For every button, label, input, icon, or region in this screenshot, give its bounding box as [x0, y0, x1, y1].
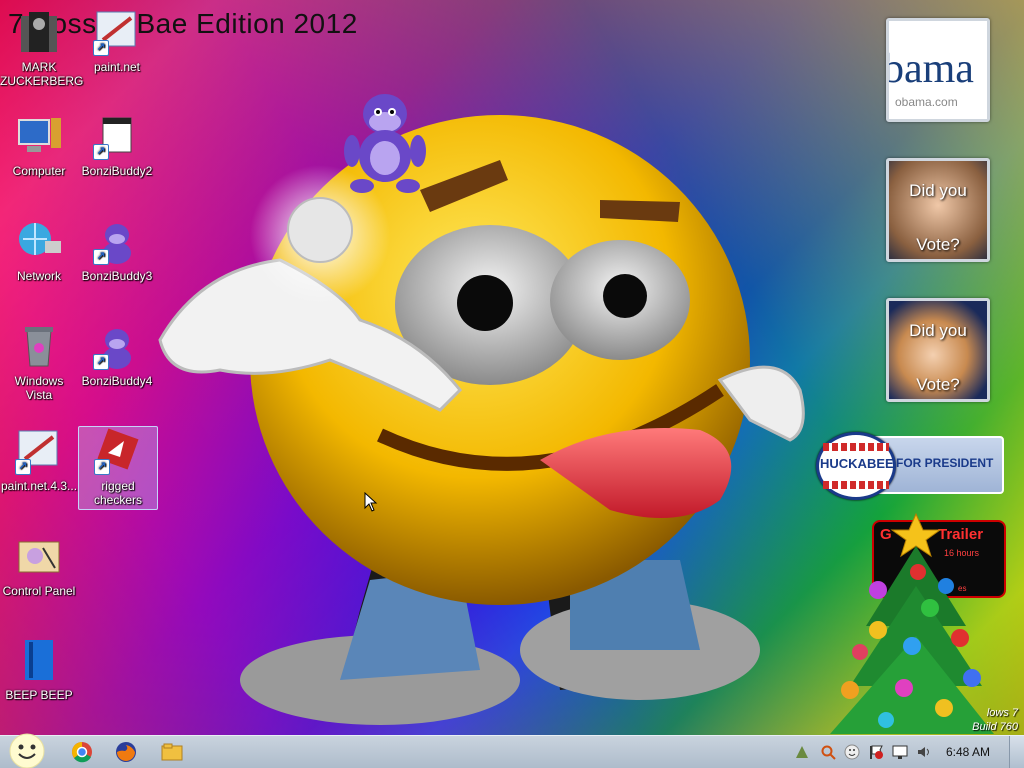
- recycle-bin-icon: [15, 322, 63, 370]
- desktop-icon-label: BEEP BEEP: [5, 688, 73, 702]
- shortcut-arrow-icon: ↗: [93, 40, 109, 56]
- mouse-cursor-icon: [364, 492, 378, 512]
- desktop-icon-label: Control Panel: [2, 584, 76, 598]
- desktop-icon-paint-net-installer[interactable]: ↗ paint.net.4.3...: [0, 427, 78, 493]
- mccain-vote-gadget[interactable]: Did you Vote?: [886, 158, 990, 262]
- network-icon: [15, 217, 63, 265]
- desktop-icon-label: BonziBuddy4: [81, 374, 153, 388]
- flag-tray-icon[interactable]: [868, 744, 884, 760]
- huckabee-gadget[interactable]: HUCKABEE FOR PRESIDENT: [816, 432, 1004, 500]
- obama-gadget-url: obama.com: [895, 95, 958, 109]
- desktop-icon-windows-vista[interactable]: Windows Vista: [0, 322, 78, 402]
- desktop-icon-label: rigged checkers: [93, 479, 143, 507]
- desktop-icon-label: Windows Vista: [14, 374, 64, 402]
- christmas-tree-gadget[interactable]: [826, 506, 996, 736]
- clinton-gadget-line2: Vote?: [916, 375, 960, 394]
- obama-gadget[interactable]: bama obama.com: [886, 18, 990, 122]
- taskbar: 6:48 AM: [0, 732, 1024, 768]
- desktop-icon-bonzibuddy4[interactable]: ↗ BonziBuddy4: [78, 322, 156, 388]
- shortcut-arrow-icon: ↗: [15, 459, 31, 475]
- checkers-icon: ↗: [94, 427, 142, 475]
- desktop-icon-bonzibuddy3[interactable]: ↗ BonziBuddy3: [78, 217, 156, 283]
- mccain-gadget-line1: Did you: [909, 181, 967, 200]
- chrome-icon[interactable]: [70, 740, 94, 764]
- build-watermark: lows 7 Build 760: [972, 706, 1018, 734]
- bonzi-buddy-icon: ↗: [93, 322, 141, 370]
- control-panel-icon: [15, 532, 63, 580]
- desktop-icon-label: MARK ZUCKERBERG: [0, 60, 84, 88]
- clinton-gadget-line1: Did you: [909, 321, 967, 340]
- folder-person-icon: [15, 8, 63, 56]
- start-orb-smiley-icon[interactable]: [8, 732, 46, 768]
- show-desktop-button[interactable]: [1009, 736, 1024, 768]
- build-watermark-line1: lows 7: [986, 707, 1018, 719]
- shortcut-arrow-icon: ↗: [94, 459, 110, 475]
- smiley-tray-icon[interactable]: [844, 744, 860, 760]
- network-tray-icon[interactable]: [794, 744, 810, 760]
- monitor-tray-icon[interactable]: [892, 744, 908, 760]
- desktop-icon-bonzibuddy2[interactable]: ↗ BonziBuddy2: [78, 112, 156, 178]
- smiley-character-wallpaper: [158, 115, 805, 725]
- desktop-icon-label: Computer: [12, 164, 66, 178]
- desktop-icon-label: BonziBuddy2: [81, 164, 153, 178]
- document-icon: ↗: [93, 112, 141, 160]
- huckabee-name: HUCKABEE: [820, 456, 894, 471]
- clinton-vote-gadget[interactable]: Did you Vote?: [886, 298, 990, 402]
- bonzi-buddy-figure[interactable]: [340, 86, 430, 201]
- desktop-icon-computer[interactable]: Computer: [0, 112, 78, 178]
- taskbar-clock[interactable]: 6:48 AM: [946, 745, 990, 759]
- desktop-icon-control-panel[interactable]: Control Panel: [0, 532, 78, 598]
- obama-gadget-headline: bama: [886, 46, 974, 92]
- desktop-icon-paint-net[interactable]: ↗ paint.net: [78, 8, 156, 74]
- desktop-icon-network[interactable]: Network: [0, 217, 78, 283]
- paint-net-icon: ↗: [15, 427, 63, 475]
- desktop-icon-mark-zuckerberg[interactable]: MARK ZUCKERBERG: [0, 8, 83, 88]
- paint-net-icon: ↗: [93, 8, 141, 56]
- desktop-icon-rigged-checkers[interactable]: ↗ rigged checkers: [78, 426, 158, 510]
- blue-book-icon: [15, 636, 63, 684]
- huckabee-tagline: FOR PRESIDENT: [896, 456, 994, 470]
- mccain-gadget-line2: Vote?: [916, 235, 960, 254]
- firefox-icon[interactable]: [114, 740, 138, 764]
- computer-icon: [15, 112, 63, 160]
- desktop-icon-label: BonziBuddy3: [81, 269, 153, 283]
- shortcut-arrow-icon: ↗: [93, 354, 109, 370]
- explorer-folder-icon[interactable]: [160, 740, 184, 764]
- desktop-icon-label: paint.net: [93, 60, 141, 74]
- volume-icon[interactable]: [916, 744, 932, 760]
- desktop-icon-beep-beep[interactable]: BEEP BEEP: [0, 636, 78, 702]
- desktop-icon-label: paint.net.4.3...: [0, 479, 78, 493]
- shortcut-arrow-icon: ↗: [93, 249, 109, 265]
- build-watermark-line2: Build 760: [972, 721, 1018, 733]
- desktop-icon-label: Network: [16, 269, 61, 283]
- search-tray-icon[interactable]: [820, 744, 836, 760]
- shortcut-arrow-icon: ↗: [93, 144, 109, 160]
- bonzi-buddy-icon: ↗: [93, 217, 141, 265]
